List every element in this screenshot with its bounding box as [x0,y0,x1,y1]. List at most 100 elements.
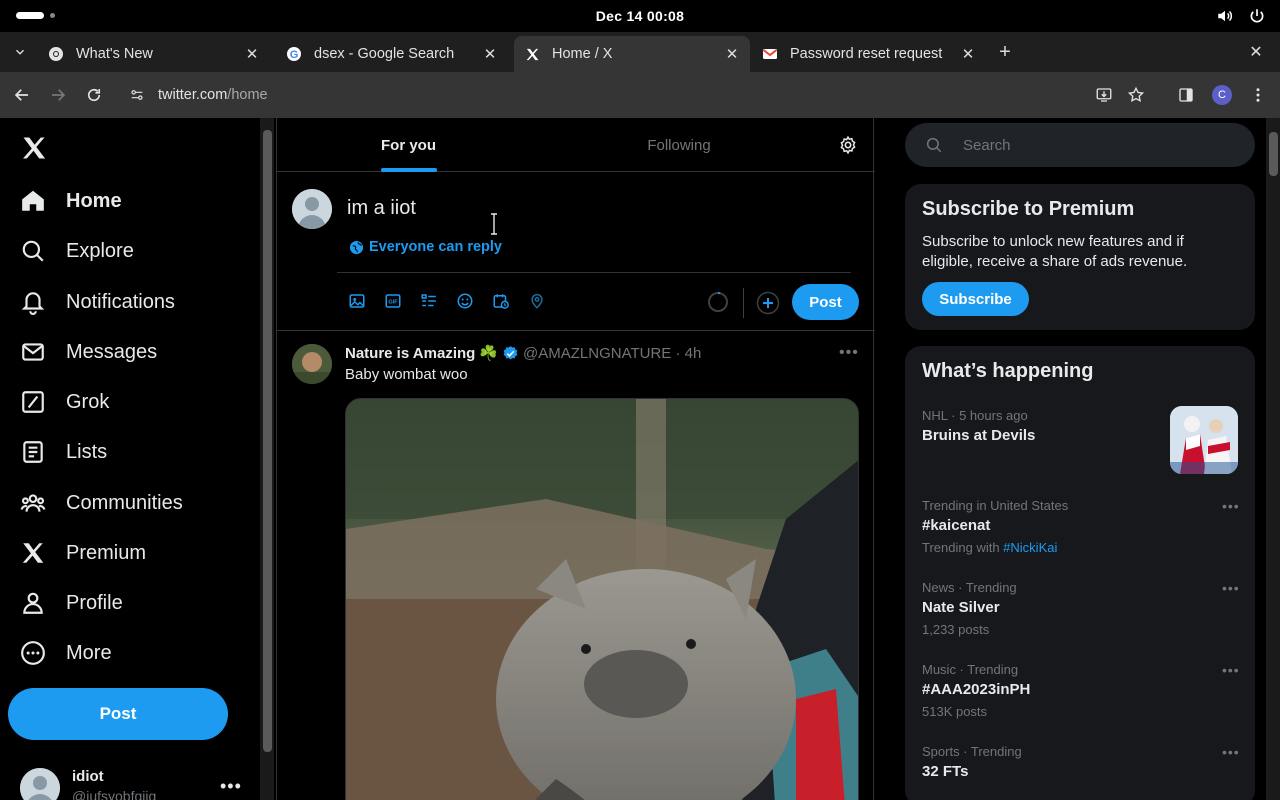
browser-tab-whats-new[interactable]: What's New ✕ [38,36,270,72]
nav-item-explore[interactable]: Explore [20,234,134,268]
nav-item-notifications[interactable]: Notifications [20,285,175,319]
side-panel-button[interactable] [1175,84,1197,106]
nav-item-grok[interactable]: Grok [20,385,109,419]
back-button[interactable] [11,84,33,106]
author-emoji: ☘️ [479,345,498,362]
star-icon [1127,86,1145,103]
reload-button[interactable] [83,84,105,106]
browser-tab-google[interactable]: G dsex - Google Search ✕ [276,36,508,72]
forward-button[interactable] [47,84,69,106]
post-button[interactable]: Post [8,688,228,740]
account-name: idiot [72,768,104,785]
nav-item-premium[interactable]: Premium [20,536,146,570]
trend-thumbnail[interactable] [1170,406,1238,474]
account-switcher[interactable]: idiot @iufsyobfgiig ••• [20,766,250,800]
tweet[interactable]: Nature is Amazing ☘️ @AMAZLNGNATURE · 4h… [277,332,875,800]
trend-item[interactable]: Trending in United States #kaicenat Tren… [922,498,1242,555]
avatar[interactable] [292,344,332,384]
emoji-icon[interactable] [455,291,475,311]
trend-item[interactable]: Sports · Trending 32 FTs ••• [922,744,1242,780]
active-tab-indicator [380,168,437,172]
poll-icon[interactable] [419,291,439,311]
svg-text:G: G [290,49,299,61]
scrollbar-thumb[interactable] [263,130,272,752]
more-dots-icon[interactable]: ••• [1222,662,1240,678]
schedule-icon[interactable] [491,291,511,311]
close-icon[interactable]: ✕ [960,46,976,63]
trend-topic: 32 FTs [922,763,969,780]
gmail-icon [762,46,778,62]
browser-tab-strip: What's New ✕ G dsex - Google Search ✕ Ho… [0,32,1280,72]
install-icon [1096,88,1112,102]
gif-icon[interactable]: GIF [383,291,403,311]
submit-post-button[interactable]: Post [792,284,859,320]
trend-post-count: 1,233 posts [922,622,990,637]
close-icon[interactable]: ✕ [724,46,740,63]
trend-item[interactable]: News · Trending Nate Silver 1,233 posts … [922,580,1242,637]
install-app-button[interactable] [1093,84,1115,106]
more-dots-icon[interactable]: ••• [220,776,242,797]
tab-search-button[interactable] [8,40,32,64]
window-close-button[interactable]: ✕ [1246,42,1266,62]
nav-item-communities[interactable]: Communities [20,486,183,520]
nav-item-messages[interactable]: Messages [20,335,157,369]
composer-text-input[interactable]: im a iiot [347,197,416,220]
browser-tab-gmail[interactable]: Password reset request ✕ [752,36,986,72]
list-icon [20,439,46,465]
right-scrollbar[interactable] [1266,118,1280,800]
clock[interactable]: Dec 14 00:08 [596,8,684,24]
nav-item-label: Notifications [66,290,175,313]
tweet-media-video[interactable] [345,398,859,800]
search-box[interactable] [905,123,1255,167]
tab-following[interactable]: Following [540,118,818,172]
add-post-icon[interactable] [756,291,780,315]
browser-tab-x-home[interactable]: Home / X ✕ [514,36,750,72]
scrollbar-thumb[interactable] [1269,132,1278,176]
location-pin-icon[interactable] [527,291,547,311]
bookmark-button[interactable] [1125,84,1147,106]
avatar[interactable] [292,189,332,229]
reply-setting-button[interactable]: Everyone can reply [349,239,502,255]
author-name[interactable]: Nature is Amazing [345,345,475,362]
premium-description: Subscribe to unlock new features and if … [922,233,1188,270]
search-input[interactable] [963,136,1223,154]
close-icon[interactable]: ✕ [244,46,260,63]
trend-topic: #kaicenat [922,517,991,534]
more-dots-icon[interactable]: ••• [1222,744,1240,760]
wombat-image [346,399,858,800]
tab-for-you[interactable]: For you [277,118,540,172]
x-logo-icon[interactable] [20,134,48,162]
power-icon[interactable] [1248,7,1266,30]
more-dots-icon[interactable]: ••• [839,344,859,362]
author-handle[interactable]: @AMAZLNGNATURE [523,345,671,362]
bell-icon [20,289,46,315]
subscribe-button[interactable]: Subscribe [922,282,1029,316]
nav-item-more[interactable]: More [20,636,112,670]
premium-title: Subscribe to Premium [922,198,1135,220]
nav-item-lists[interactable]: Lists [20,435,107,469]
new-tab-button[interactable]: + [994,42,1016,64]
x-icon [524,46,540,62]
tweet-timestamp[interactable]: 4h [685,345,702,362]
more-dots-icon[interactable]: ••• [1222,580,1240,596]
volume-icon[interactable] [1216,7,1234,30]
profile-avatar-button[interactable]: C [1212,85,1232,105]
browser-menu-button[interactable] [1247,84,1269,106]
arrow-left-icon [14,89,28,101]
svg-text:GIF: GIF [388,300,398,306]
address-bar[interactable]: twitter.com/home [116,78,1156,112]
more-dots-icon[interactable]: ••• [1222,498,1240,514]
trend-item[interactable]: Music · Trending #AAA2023inPH 513K posts… [922,662,1242,719]
trend-hashtag-link[interactable]: #NickiKai [1003,540,1057,555]
nav-item-home[interactable]: Home [20,184,122,218]
close-icon[interactable]: ✕ [482,46,498,63]
tab-label: For you [381,136,436,154]
google-icon: G [286,46,302,62]
nav-item-profile[interactable]: Profile [20,586,123,620]
image-icon[interactable] [347,291,367,311]
site-info-icon[interactable] [122,87,152,103]
activities-indicator[interactable] [16,12,44,19]
trend-meta: News · Trending [922,580,1017,595]
gear-icon[interactable] [838,135,858,155]
left-scrollbar[interactable] [260,118,274,800]
